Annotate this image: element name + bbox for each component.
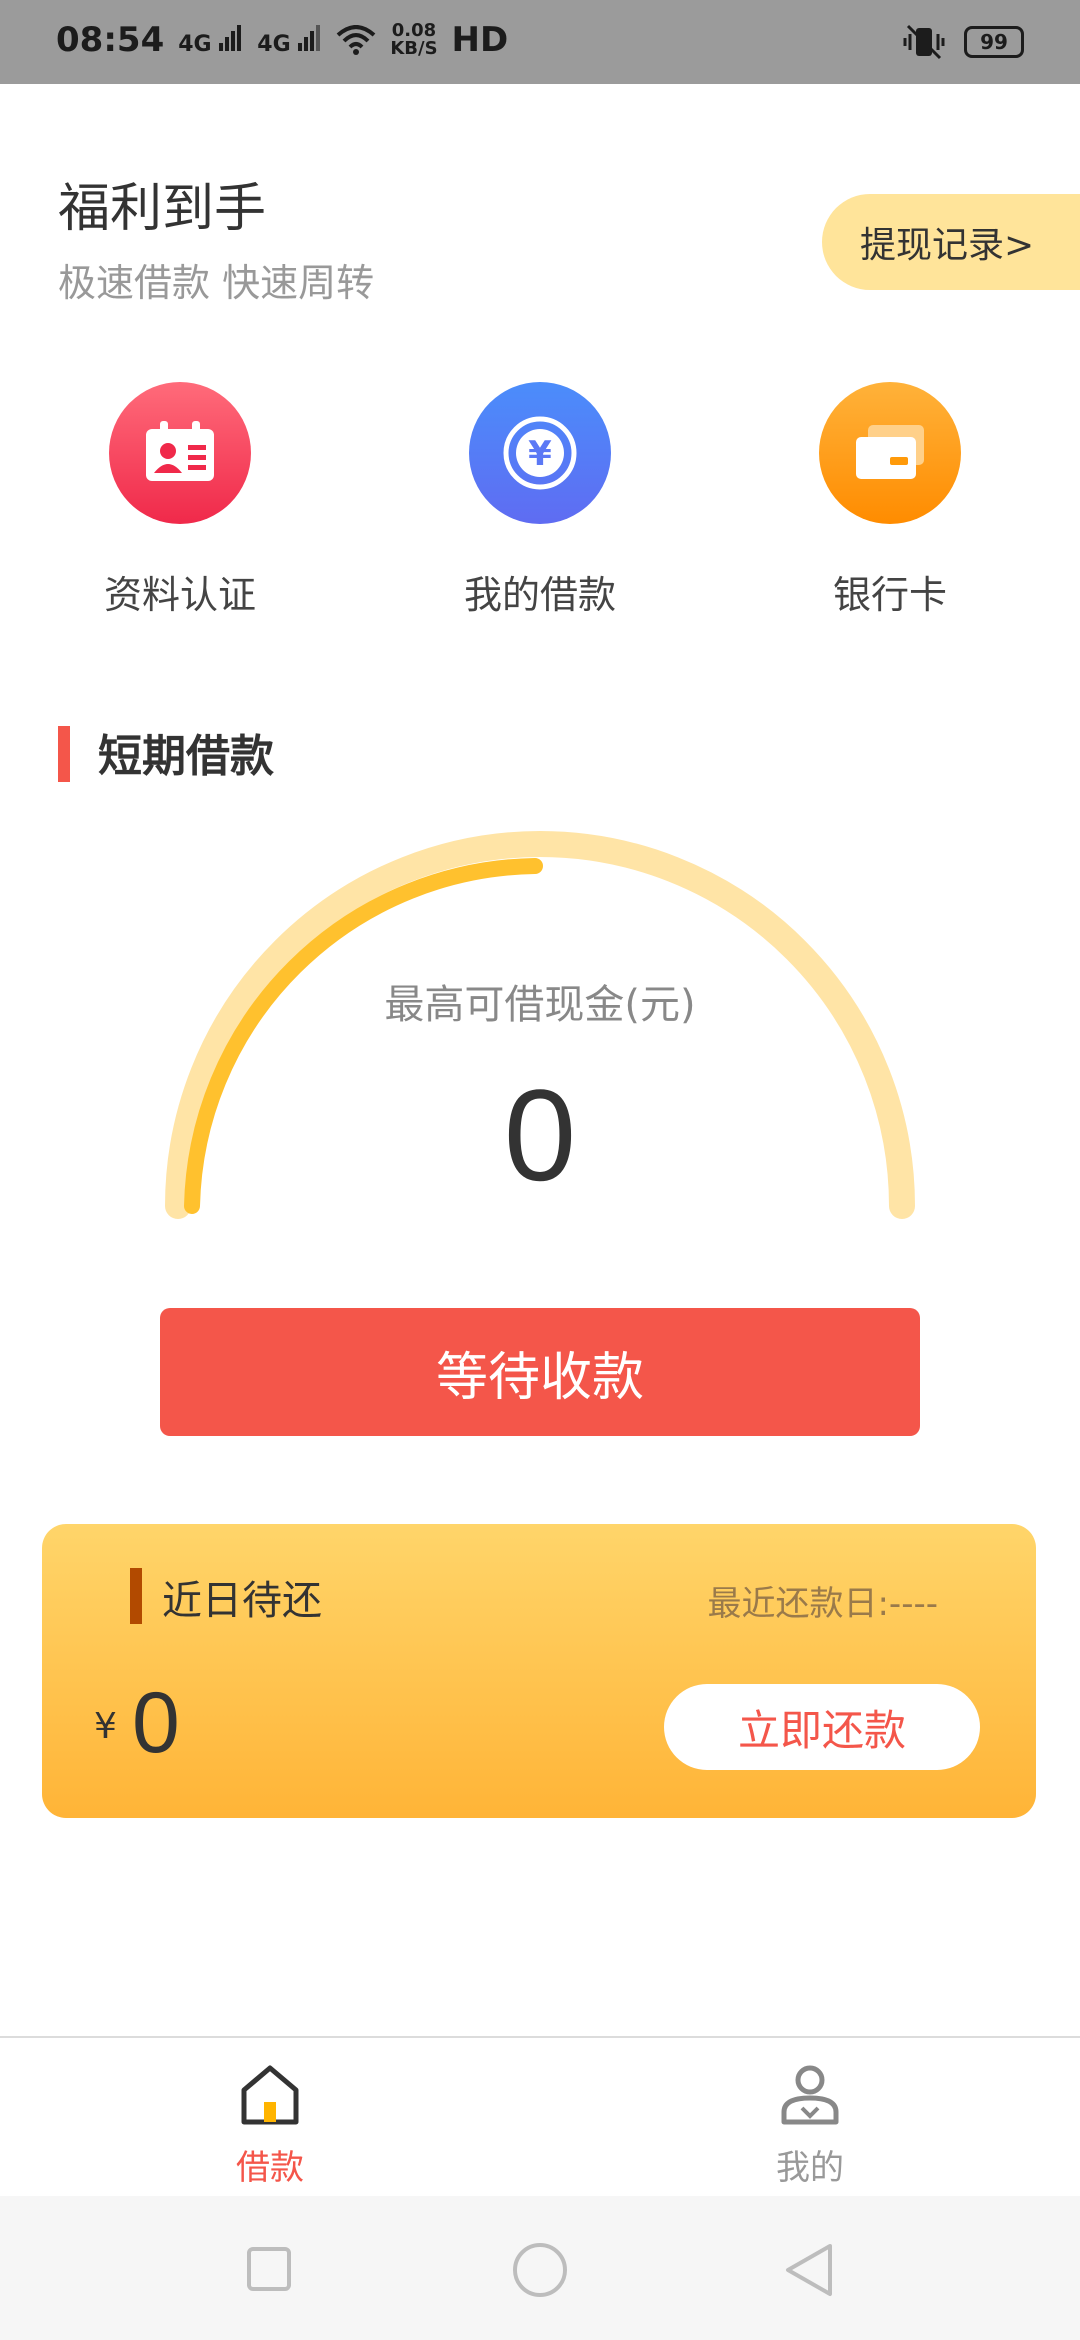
signal-icon	[298, 24, 321, 51]
gauge-caption: 最高可借现金(元)	[384, 982, 696, 1028]
page-subtitle: 极速借款 快速周转	[58, 261, 375, 305]
svg-text:¥: ¥	[528, 434, 552, 474]
back-triangle-icon[interactable]	[784, 2242, 834, 2298]
tab-label: 我的	[776, 2148, 844, 2188]
repay-amount: 0	[132, 1675, 180, 1771]
status-left: 08:54 4G 4G 0.08 KB/S HD	[56, 20, 508, 60]
square-icon[interactable]	[246, 2246, 292, 2292]
section-title: 短期借款	[98, 731, 274, 782]
gauge-value: 0	[503, 1062, 577, 1208]
repay-date-label: 最近还款日:----	[707, 1584, 938, 1624]
hd-indicator: HD	[451, 20, 509, 60]
tab-mine[interactable]: 我的	[710, 2064, 910, 2189]
page-title: 福利到手	[58, 179, 267, 239]
yuan-coin-icon: ¥	[469, 382, 611, 524]
quick-action-label: 资料认证	[103, 573, 256, 617]
currency-symbol: ¥	[94, 1706, 117, 1747]
wait-for-payment-button[interactable]: 等待收款	[160, 1308, 920, 1436]
vibrate-mute-icon	[903, 24, 945, 60]
signal-icon	[219, 24, 242, 51]
quick-action-label: 我的借款	[463, 573, 616, 617]
quick-action-label: 银行卡	[832, 573, 947, 617]
status-right: 99	[902, 22, 1024, 62]
circle-icon[interactable]	[512, 2242, 568, 2298]
quick-action-verification[interactable]: 资料认证	[40, 382, 320, 619]
wifi-icon	[337, 25, 376, 55]
withdraw-record-button[interactable]: 提现记录>	[822, 194, 1080, 290]
quick-action-bank-card[interactable]: 银行卡	[750, 382, 1030, 619]
bottom-tab-bar: 借款 我的	[0, 2036, 1080, 2196]
system-nav-bar	[0, 2196, 1080, 2340]
network-indicator-2: 4G	[257, 24, 322, 56]
id-card-icon	[109, 382, 251, 524]
status-bar: 08:54 4G 4G 0.08 KB/S HD 99	[0, 0, 1080, 84]
user-icon	[781, 2065, 839, 2125]
repay-card-title: 近日待还	[162, 1578, 322, 1624]
clock: 08:54	[56, 20, 165, 60]
repay-card: 近日待还 最近还款日:---- ¥ 0 立即还款	[42, 1524, 1036, 1818]
battery-indicator: 99	[964, 26, 1024, 58]
card-marker	[130, 1568, 142, 1624]
network-indicator-1: 4G	[178, 24, 243, 56]
tab-loan[interactable]: 借款	[170, 2064, 370, 2189]
home-icon	[241, 2065, 299, 2125]
section-marker	[58, 726, 70, 782]
quick-action-my-loan[interactable]: ¥ 我的借款	[400, 382, 680, 619]
tab-label: 借款	[236, 2148, 304, 2188]
bank-card-icon	[819, 382, 961, 524]
net-speed: 0.08 KB/S	[390, 20, 438, 59]
repay-now-button[interactable]: 立即还款	[664, 1684, 980, 1770]
